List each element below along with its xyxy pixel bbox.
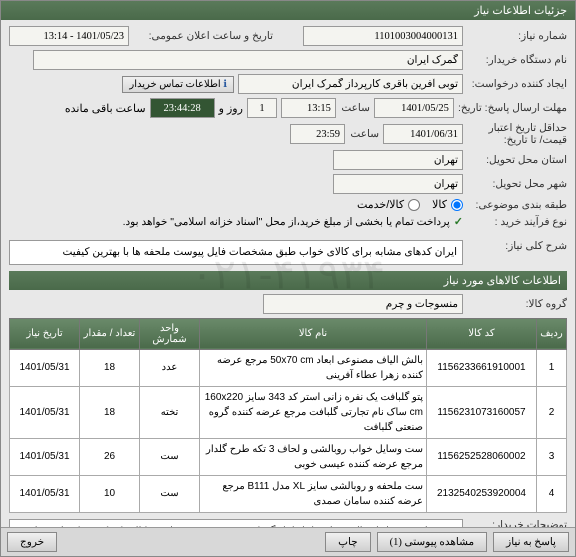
group-label: گروه کالا: [467, 298, 567, 310]
goods-section-header: اطلاعات کالاهای مورد نیاز [9, 271, 567, 290]
radio-service-label: کالا/خدمت [357, 198, 404, 211]
pub-date-field [9, 26, 129, 46]
col-date: تاریخ نیاز [10, 318, 80, 349]
col-unit: واحد شمارش [140, 318, 200, 349]
cell-code: 1156252528060002 [427, 438, 537, 475]
col-code: کد کالا [427, 318, 537, 349]
pub-date-label: تاریخ و ساعت اعلان عمومی: [133, 30, 273, 42]
contact-buyer-button[interactable]: ℹ اطلاعات تماس خریدار [122, 76, 234, 93]
radio-goods[interactable]: کالا [432, 198, 463, 211]
deliver-city-field [333, 174, 463, 194]
reply-deadline-time [281, 98, 336, 118]
radio-service[interactable]: کالا/خدمت [357, 198, 420, 211]
col-row: ردیف [537, 318, 567, 349]
radio-goods-label: کالا [432, 198, 447, 211]
cell-code: 2132540253920004 [427, 475, 537, 512]
deliver-state-field [333, 150, 463, 170]
view-attachment-button[interactable]: مشاهده پیوستی (1) [377, 532, 487, 552]
remain-time [150, 98, 215, 118]
reply-deadline-label: مهلت ارسال پاسخ: تاریخ: [458, 102, 567, 114]
reply-deadline-date [374, 98, 454, 118]
cell-row: 3 [537, 438, 567, 475]
need-no-label: شماره نیاز: [467, 30, 567, 42]
cell-date: 1401/05/31 [10, 438, 80, 475]
cell-date: 1401/05/31 [10, 386, 80, 438]
radio-service-input[interactable] [408, 199, 420, 211]
group-field [263, 294, 463, 314]
need-desc-label: شرح کلی نیاز: [467, 240, 567, 252]
cell-name: بالش الیاف مصنوعی ابعاد 50x70 cm مرجع عر… [200, 349, 427, 386]
footer-bar: پاسخ به نیاز مشاهده پیوستی (1) چاپ خروج [1, 527, 575, 556]
cell-code: 1156233661910001 [427, 349, 537, 386]
valid-until-time-label: ساعت [349, 128, 379, 140]
table-row[interactable]: 21156231073160057پتو گلبافت یک نفره زانی… [10, 386, 567, 438]
buyer-notes-label: توضیحات خریدار: [467, 519, 567, 527]
cell-row: 4 [537, 475, 567, 512]
cell-qty: 26 [80, 438, 140, 475]
valid-until-label: حداقل تاریخ اعتبار قیمت/ تا تاریخ: [467, 122, 567, 146]
cell-code: 1156231073160057 [427, 386, 537, 438]
valid-until-date [383, 124, 463, 144]
col-qty: تعداد / مقدار [80, 318, 140, 349]
cell-name: پتو گلبافت یک نفره زانی استر کد 343 سایز… [200, 386, 427, 438]
need-desc-text: ایران کدهای مشابه برای کالای خواب طبق مش… [9, 240, 463, 265]
deliver-state-label: استان محل تحویل: [467, 154, 567, 166]
reply-time-label: ساعت [340, 102, 370, 114]
need-no-field [303, 26, 463, 46]
cell-qty: 10 [80, 475, 140, 512]
window-title: جزئیات اطلاعات نیاز [1, 1, 575, 20]
valid-until-time [290, 124, 345, 144]
contact-buyer-label: اطلاعات تماس خریدار [129, 79, 220, 90]
print-button[interactable]: چاپ [325, 532, 371, 552]
creator-label: ایجاد کننده درخواست: [467, 78, 567, 90]
cell-date: 1401/05/31 [10, 349, 80, 386]
table-row[interactable]: 42132540253920004ست ملحفه و روبالشی سایز… [10, 475, 567, 512]
cell-row: 1 [537, 349, 567, 386]
cell-unit: ست [140, 475, 200, 512]
exit-button[interactable]: خروج [7, 532, 57, 552]
cell-row: 2 [537, 386, 567, 438]
remain-days [247, 98, 277, 118]
category-label: طبقه بندی موضوعی: [467, 199, 567, 211]
radio-goods-input[interactable] [451, 199, 463, 211]
buyer-notes-text: هزینه باربری حمل ارسال و تخلیه داخل انبا… [9, 519, 463, 527]
table-row[interactable]: 11156233661910001بالش الیاف مصنوعی ابعاد… [10, 349, 567, 386]
cell-name: ست ملحفه و روبالشی سایز XL مدل B111 مرجع… [200, 475, 427, 512]
cell-name: ست وسایل خواب روبالشی و لحاف 3 تکه طرح گ… [200, 438, 427, 475]
col-name: نام کالا [200, 318, 427, 349]
remain-suffix: ساعت باقی مانده [65, 102, 146, 115]
cell-unit: ست [140, 438, 200, 475]
remain-days-lbl: روز و [219, 102, 243, 115]
deliver-city-label: شهر محل تحویل: [467, 178, 567, 190]
info-icon: ℹ [223, 79, 227, 90]
buyer-label: نام دستگاه خریدار: [467, 54, 567, 66]
items-table: ردیف کد کالا نام کالا واحد شمارش تعداد /… [9, 318, 567, 513]
cell-unit: عدد [140, 349, 200, 386]
cell-qty: 18 [80, 349, 140, 386]
check-icon: ✓ [454, 215, 463, 228]
buyer-field [33, 50, 463, 70]
table-row[interactable]: 31156252528060002ست وسایل خواب روبالشی و… [10, 438, 567, 475]
buy-type-desc: پرداخت تمام یا بخشی از مبلغ خرید،از محل … [123, 216, 450, 228]
cell-unit: تخته [140, 386, 200, 438]
creator-field [238, 74, 463, 94]
buy-type-label: نوع فرآیند خرید : [467, 216, 567, 228]
cell-qty: 18 [80, 386, 140, 438]
cell-date: 1401/05/31 [10, 475, 80, 512]
reply-button[interactable]: پاسخ به نیاز [493, 532, 569, 552]
